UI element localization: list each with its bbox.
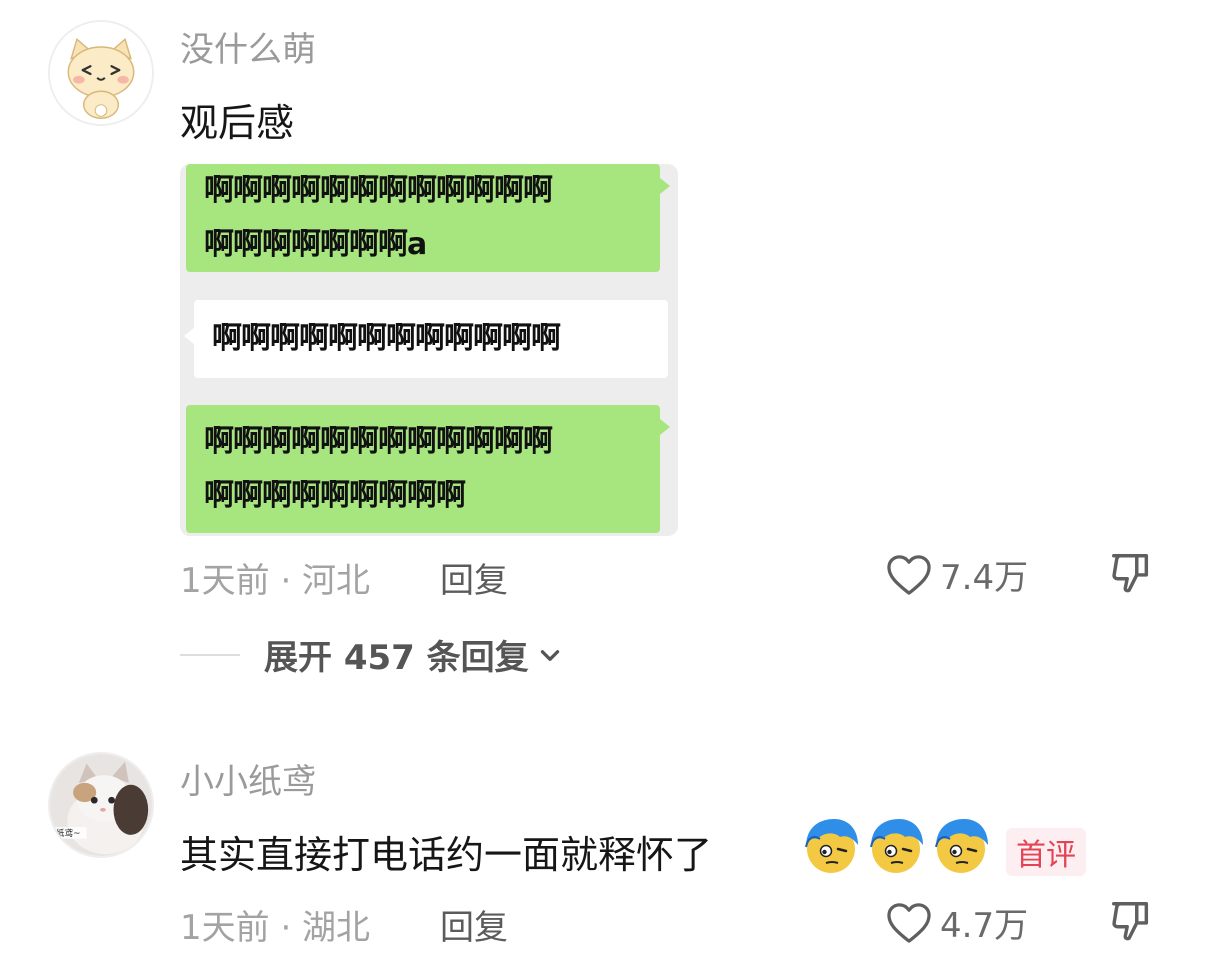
blue-hair-face-emoji-icon	[805, 819, 858, 873]
chat-bubble-line: 啊啊啊啊啊啊啊啊啊	[204, 478, 466, 513]
heart-outline-icon	[887, 902, 931, 943]
comment-text: 其实直接打电话约一面就释怀了	[180, 833, 713, 877]
blue-hair-face-emoji-icon	[935, 819, 988, 873]
like-count: 4.7万	[940, 906, 1029, 946]
expand-replies-label: 展开 457 条回复	[264, 638, 529, 678]
like-button[interactable]: 4.7万	[886, 898, 1028, 947]
comment-time-location: 1天前 · 河北	[180, 561, 371, 601]
emoji-group	[800, 815, 995, 877]
chat-bubble-right: 啊啊啊啊啊啊啊啊啊啊啊啊 啊啊啊啊啊啊啊a	[186, 164, 670, 272]
comment-list: 没什么萌 观后感 啊啊啊啊啊啊啊啊啊啊啊啊 啊啊啊啊啊啊啊a 啊啊啊啊啊啊啊啊啊…	[0, 0, 1206, 968]
expand-replies-button[interactable]: 展开 457 条回复	[180, 630, 563, 679]
chat-bubble-right: 啊啊啊啊啊啊啊啊啊啊啊啊 啊啊啊啊啊啊啊啊啊	[186, 405, 670, 533]
chat-bubble-line: 啊啊啊啊啊啊啊a	[204, 227, 427, 262]
like-count: 7.4万	[940, 558, 1029, 598]
chat-bubble-line: 啊啊啊啊啊啊啊啊啊啊啊啊	[204, 173, 553, 208]
comment-time-location: 1天前 · 湖北	[180, 908, 371, 948]
chat-bubble-line: 啊啊啊啊啊啊啊啊啊啊啊啊	[204, 424, 553, 459]
chevron-down-icon	[540, 649, 559, 661]
avatar-caption: 纸鸢~	[56, 827, 81, 839]
reply-button[interactable]: 回复	[440, 900, 508, 949]
heart-outline-icon	[887, 554, 931, 595]
chat-bubble-left: 啊啊啊啊啊啊啊啊啊啊啊啊	[184, 300, 668, 378]
user-avatar[interactable]: 纸鸢~	[48, 752, 154, 858]
divider	[180, 653, 240, 656]
username[interactable]: 小小纸鸢	[180, 754, 316, 803]
username[interactable]: 没什么萌	[180, 22, 316, 71]
reply-button[interactable]: 回复	[440, 553, 508, 602]
cat-avatar-icon	[50, 22, 152, 124]
comment-text: 观后感	[180, 101, 295, 145]
blue-hair-face-emoji-icon	[870, 819, 923, 873]
like-button[interactable]: 7.4万	[886, 550, 1028, 599]
thumb-down-icon[interactable]	[1108, 550, 1154, 596]
first-comment-badge: 首评	[1006, 828, 1086, 876]
kitten-photo-avatar: 纸鸢~	[50, 754, 152, 856]
user-avatar[interactable]	[48, 20, 154, 126]
thumb-down-icon[interactable]	[1108, 898, 1154, 944]
comment-image[interactable]: 啊啊啊啊啊啊啊啊啊啊啊啊 啊啊啊啊啊啊啊a 啊啊啊啊啊啊啊啊啊啊啊啊 啊啊啊啊啊…	[180, 164, 678, 536]
chat-bubble-line: 啊啊啊啊啊啊啊啊啊啊啊啊	[212, 321, 561, 356]
